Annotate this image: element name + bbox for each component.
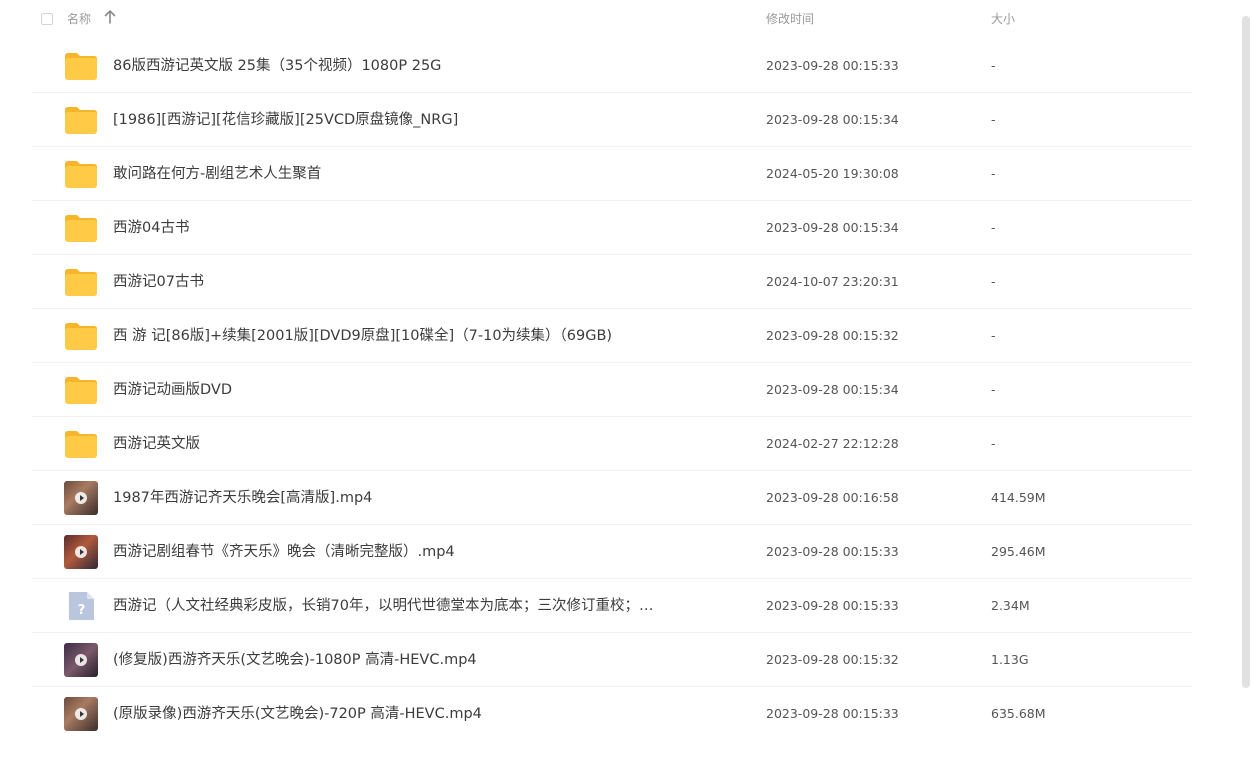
modified-time: 2023-09-28 00:16:58 [766, 490, 899, 505]
folder-icon [64, 211, 98, 245]
modified-time: 2023-09-28 00:15:33 [766, 598, 899, 613]
file-row[interactable]: 1987年西游记齐天乐晚会[高清版].mp4 2023-09-28 00:16:5… [0, 471, 1240, 525]
column-time-header[interactable]: 修改时间 [766, 10, 814, 27]
file-size: - [991, 220, 996, 235]
arrow-up-icon[interactable] [103, 9, 117, 25]
folder-row[interactable]: 西游记07古书 2024-10-07 23:20:31 - [0, 255, 1240, 309]
modified-time: 2023-09-28 00:15:34 [766, 220, 899, 235]
file-size: 2.34M [991, 598, 1030, 613]
video-thumbnail-icon [64, 697, 98, 731]
list-header: 名称 修改时间 大小 [0, 0, 1240, 36]
svg-text:?: ? [78, 603, 86, 618]
file-row[interactable]: ? 西游记（人文社经典彩皮版，长销70年，以明代世德堂本为底本；三次修订重校；…… [0, 579, 1240, 633]
file-size: - [991, 274, 996, 289]
folder-row[interactable]: 西 游 记[86版]+续集[2001版][DVD9原盘][10碟全]（7-10为… [0, 309, 1240, 363]
file-size: 635.68M [991, 706, 1046, 721]
file-size: - [991, 382, 996, 397]
file-size: - [991, 436, 996, 451]
select-all-checkbox[interactable] [41, 13, 53, 25]
file-row[interactable]: (修复版)西游齐天乐(文艺晚会)-1080P 高清-HEVC.mp4 2023-0… [0, 633, 1240, 687]
unknown-file-icon: ? [64, 589, 98, 623]
modified-time: 2023-09-28 00:15:32 [766, 652, 899, 667]
file-row[interactable]: (原版录像)西游齐天乐(文艺晚会)-720P 高清-HEVC.mp4 2023-0… [0, 687, 1240, 741]
modified-time: 2024-10-07 23:20:31 [766, 274, 899, 289]
video-thumbnail-icon [64, 535, 98, 569]
folder-icon [64, 427, 98, 461]
file-size: - [991, 58, 996, 73]
file-name[interactable]: (修复版)西游齐天乐(文艺晚会)-1080P 高清-HEVC.mp4 [113, 650, 703, 670]
column-size-header[interactable]: 大小 [991, 10, 1015, 27]
modified-time: 2023-09-28 00:15:33 [766, 706, 899, 721]
modified-time: 2023-09-28 00:15:32 [766, 328, 899, 343]
file-size: - [991, 328, 996, 343]
file-size: - [991, 166, 996, 181]
file-rows: 86版西游记英文版 25集（35个视频）1080P 25G 2023-09-28 … [0, 39, 1240, 741]
folder-row[interactable]: [1986][西游记][花信珍藏版][25VCD原盘镜像_NRG] 2023-09… [0, 93, 1240, 147]
file-list: 名称 修改时间 大小 86版西游记英文版 25集（35个视频）1080P 25G… [0, 0, 1251, 761]
modified-time: 2023-09-28 00:15:33 [766, 544, 899, 559]
file-row[interactable]: 西游记剧组春节《齐天乐》晚会（清晰完整版）.mp4 2023-09-28 00:1… [0, 525, 1240, 579]
file-name[interactable]: 西游记剧组春节《齐天乐》晚会（清晰完整版）.mp4 [113, 542, 703, 562]
folder-row[interactable]: 86版西游记英文版 25集（35个视频）1080P 25G 2023-09-28 … [0, 39, 1240, 93]
folder-row[interactable]: 敢问路在何方-剧组艺术人生聚首 2024-05-20 19:30:08 - [0, 147, 1240, 201]
file-size: 414.59M [991, 490, 1046, 505]
folder-row[interactable]: 西游记英文版 2024-02-27 22:12:28 - [0, 417, 1240, 471]
file-name[interactable]: 西游记英文版 [113, 434, 703, 454]
modified-time: 2023-09-28 00:15:34 [766, 112, 899, 127]
folder-row[interactable]: 西游04古书 2023-09-28 00:15:34 - [0, 201, 1240, 255]
folder-icon [64, 265, 98, 299]
vertical-scrollbar[interactable] [1242, 16, 1250, 688]
file-size: 1.13G [991, 652, 1029, 667]
file-name[interactable]: 西游04古书 [113, 218, 703, 238]
modified-time: 2024-05-20 19:30:08 [766, 166, 899, 181]
modified-time: 2023-09-28 00:15:33 [766, 58, 899, 73]
file-name[interactable]: 西游记（人文社经典彩皮版，长销70年，以明代世德堂本为底本；三次修订重校；… [113, 596, 703, 616]
column-name-header[interactable]: 名称 [67, 10, 91, 27]
folder-icon [64, 103, 98, 137]
file-name[interactable]: (原版录像)西游齐天乐(文艺晚会)-720P 高清-HEVC.mp4 [113, 704, 703, 724]
file-name[interactable]: 1987年西游记齐天乐晚会[高清版].mp4 [113, 488, 703, 508]
file-size: - [991, 112, 996, 127]
file-name[interactable]: 西游记动画版DVD [113, 380, 703, 400]
video-thumbnail-icon [64, 481, 98, 515]
folder-icon [64, 157, 98, 191]
file-name[interactable]: 敢问路在何方-剧组艺术人生聚首 [113, 164, 703, 184]
file-name[interactable]: [1986][西游记][花信珍藏版][25VCD原盘镜像_NRG] [113, 110, 703, 130]
video-thumbnail-icon [64, 643, 98, 677]
file-name[interactable]: 86版西游记英文版 25集（35个视频）1080P 25G [113, 56, 703, 76]
file-name[interactable]: 西游记07古书 [113, 272, 703, 292]
folder-icon [64, 49, 98, 83]
file-size: 295.46M [991, 544, 1046, 559]
folder-icon [64, 373, 98, 407]
modified-time: 2024-02-27 22:12:28 [766, 436, 899, 451]
folder-row[interactable]: 西游记动画版DVD 2023-09-28 00:15:34 - [0, 363, 1240, 417]
folder-icon [64, 319, 98, 353]
modified-time: 2023-09-28 00:15:34 [766, 382, 899, 397]
file-name[interactable]: 西 游 记[86版]+续集[2001版][DVD9原盘][10碟全]（7-10为… [113, 326, 703, 346]
